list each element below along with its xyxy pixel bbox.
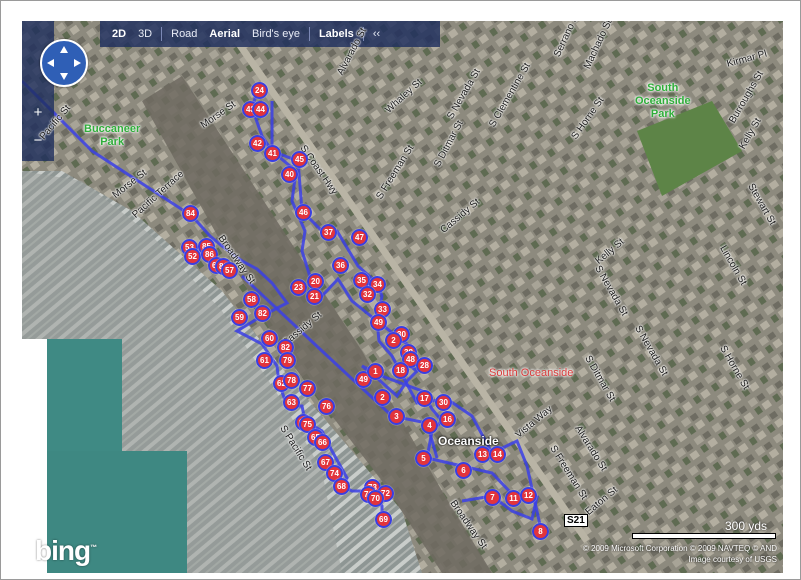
route-marker[interactable]: 46 [295, 204, 312, 221]
scale-bar [632, 533, 776, 539]
route-marker[interactable]: 4 [421, 417, 438, 434]
route-marker[interactable]: 14 [489, 446, 506, 463]
toolbar-divider [161, 27, 163, 41]
route-marker[interactable]: 23 [290, 279, 307, 296]
route-marker[interactable]: 61 [256, 352, 273, 369]
route-marker[interactable]: 70 [367, 490, 384, 507]
route-shield: S21 [564, 514, 588, 527]
city-label: Oceanside [438, 434, 499, 448]
route-marker[interactable]: 57 [221, 262, 238, 279]
view-birds-eye-button[interactable]: Bird's eye [246, 28, 306, 40]
compass-pan-control[interactable] [40, 39, 88, 87]
route-marker[interactable]: 30 [435, 394, 452, 411]
route-marker[interactable]: 69 [375, 511, 392, 528]
route-marker[interactable]: 16 [439, 411, 456, 428]
route-marker[interactable]: 17 [416, 390, 433, 407]
copyright-credits: © 2009 Microsoft Corporation © 2009 NAVT… [583, 543, 777, 565]
route-marker[interactable]: 78 [283, 372, 300, 389]
bing-logo-text: bing [35, 535, 91, 566]
credits-line-1: © 2009 Microsoft Corporation © 2009 NAVT… [582, 544, 777, 553]
route-marker[interactable]: 84 [182, 205, 199, 222]
neighborhood-label: South Oceanside [489, 367, 574, 379]
view-road-button[interactable]: Road [165, 28, 203, 40]
route-marker[interactable]: 47 [351, 229, 368, 246]
route-marker[interactable]: 68 [333, 478, 350, 495]
zoom-in-button[interactable]: + [30, 105, 46, 121]
route-marker[interactable]: 42 [249, 135, 266, 152]
route-marker[interactable]: 45 [291, 151, 308, 168]
route-marker[interactable]: 60 [261, 330, 278, 347]
route-marker[interactable]: 5 [415, 450, 432, 467]
route-marker[interactable]: 44 [252, 101, 269, 118]
buccaneer-park-label: Buccaneer Park [84, 123, 141, 148]
route-marker[interactable]: 40 [281, 166, 298, 183]
route-marker[interactable]: 76 [318, 398, 335, 415]
bing-logo: bing™ [35, 535, 97, 566]
view-2d-button[interactable]: 2D [106, 28, 132, 40]
route-marker[interactable]: 77 [299, 380, 316, 397]
route-marker[interactable]: 32 [359, 286, 376, 303]
map-view-toolbar: 2D 3D Road Aerial Bird's eye Labels ‹‹ [100, 21, 440, 47]
map-frame: + − 2D 3D Road Aerial Bird's eye Labels … [0, 0, 801, 580]
route-marker[interactable]: 28 [416, 357, 433, 374]
route-marker[interactable]: 18 [392, 362, 409, 379]
route-marker[interactable]: 63 [283, 394, 300, 411]
route-marker[interactable]: 41 [264, 145, 281, 162]
route-marker[interactable]: 2 [374, 389, 391, 406]
route-marker[interactable]: 36 [332, 257, 349, 274]
route-marker[interactable]: 7 [484, 489, 501, 506]
route-marker[interactable]: 8 [532, 523, 549, 540]
credits-line-2: Image courtesy of USGS [688, 555, 777, 564]
route-marker[interactable]: 12 [520, 487, 537, 504]
view-aerial-button[interactable]: Aerial [203, 28, 246, 40]
aerial-map[interactable]: + − 2D 3D Road Aerial Bird's eye Labels … [22, 21, 783, 573]
route-marker[interactable]: 21 [306, 288, 323, 305]
view-3d-button[interactable]: 3D [132, 28, 158, 40]
route-marker[interactable]: 2 [385, 332, 402, 349]
route-marker[interactable]: 66 [314, 434, 331, 451]
collapse-toolbar-button[interactable]: ‹‹ [367, 28, 386, 40]
route-marker[interactable]: 79 [279, 352, 296, 369]
route-marker[interactable]: 6 [455, 462, 472, 479]
route-marker[interactable]: 1 [367, 363, 384, 380]
route-marker[interactable]: 3 [388, 408, 405, 425]
toolbar-divider [308, 27, 310, 41]
scale-label: 300 yds [725, 519, 768, 533]
route-marker[interactable]: 24 [251, 82, 268, 99]
south-oceanside-park-label: South Oceanside Park [635, 82, 691, 120]
route-marker[interactable]: 37 [320, 224, 337, 241]
route-marker[interactable]: 59 [231, 309, 248, 326]
route-marker[interactable]: 49 [370, 314, 387, 331]
route-marker[interactable]: 82 [254, 305, 271, 322]
